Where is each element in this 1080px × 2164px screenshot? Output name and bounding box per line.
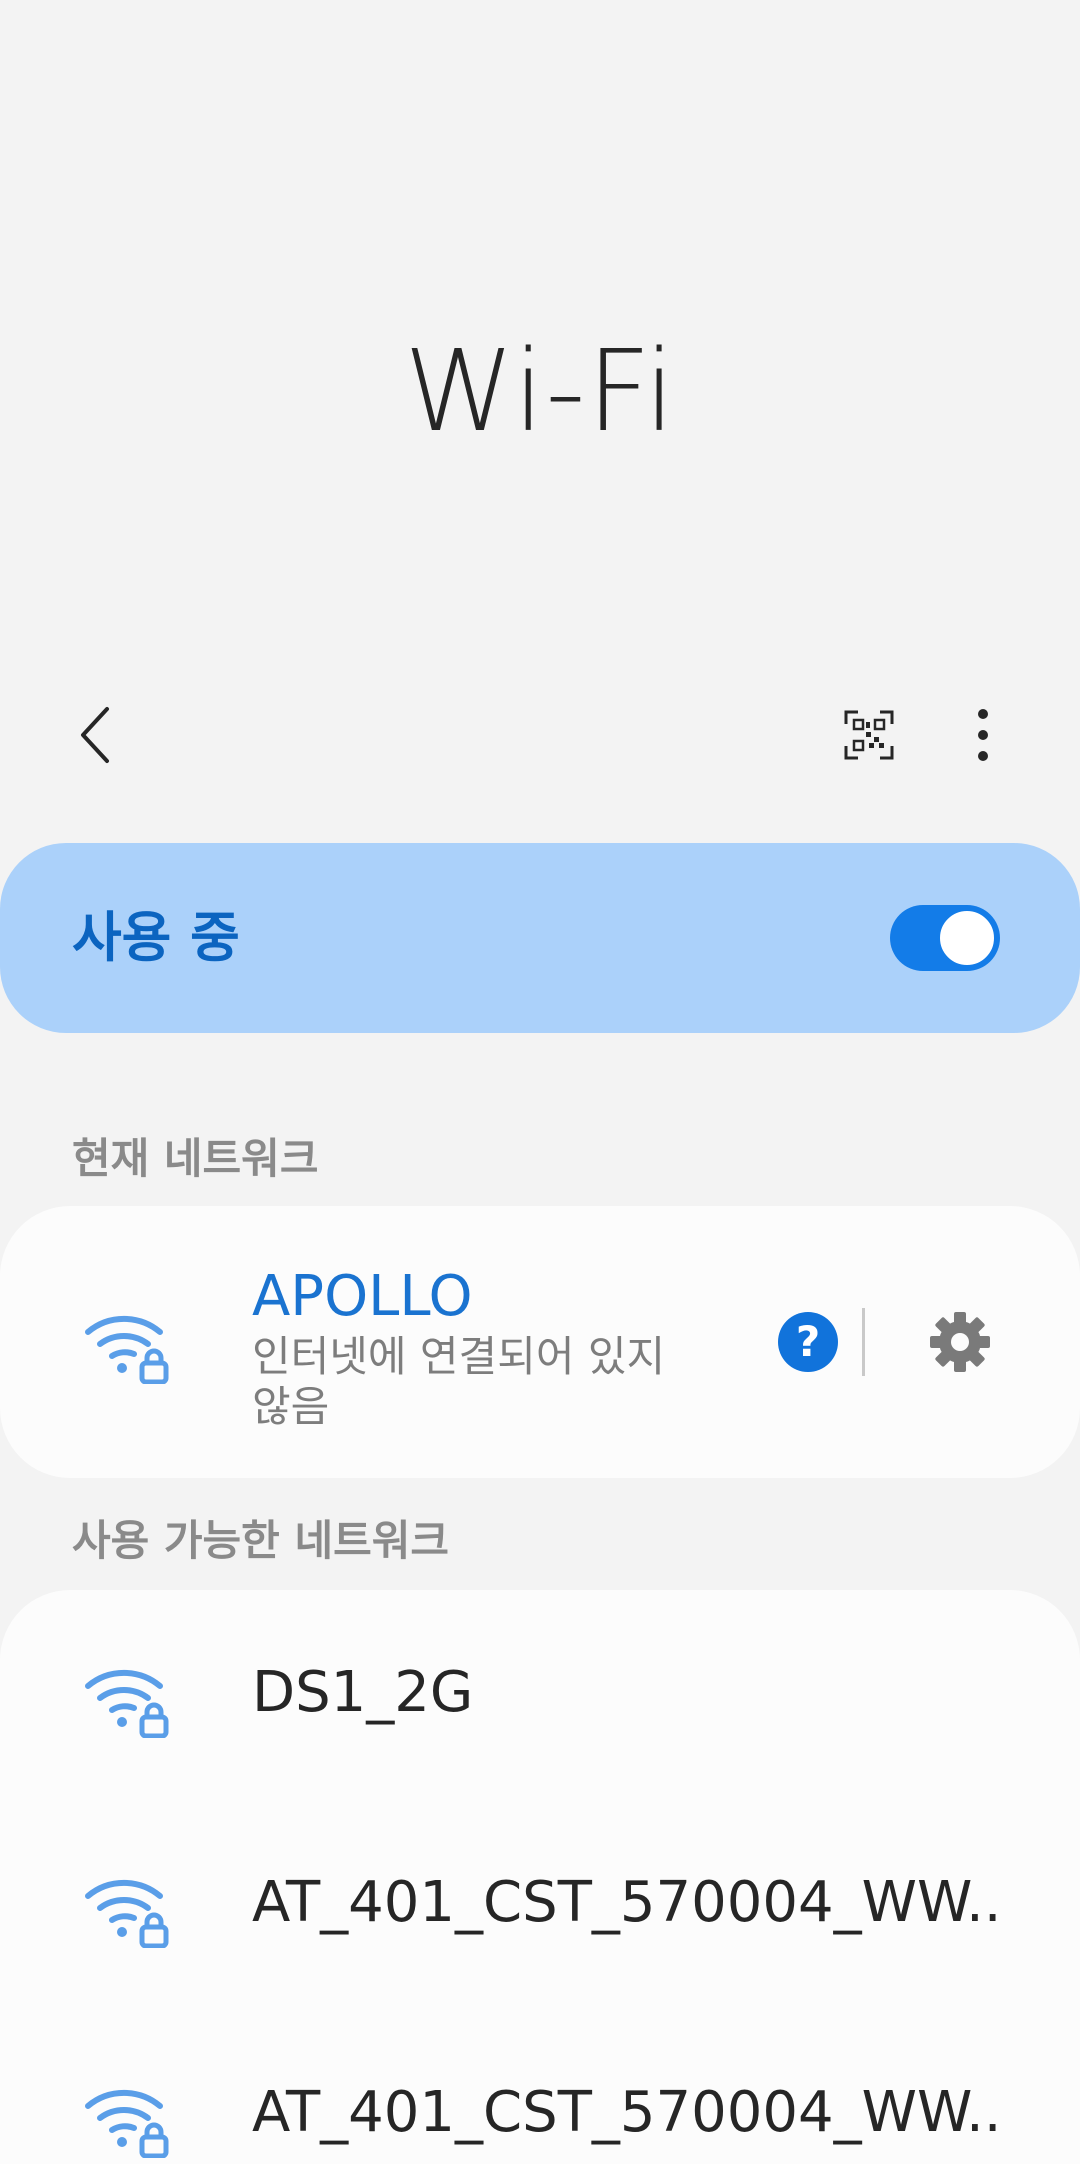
wifi-settings-page: Wi-Fi 사용 중 현재 네트워크 APOLLO 인터넷에 연결되어 있지 않… xyxy=(0,0,1080,2164)
wifi-locked-icon xyxy=(85,1879,169,1948)
wifi-locked-icon xyxy=(85,2089,169,2158)
toggle-knob xyxy=(937,908,997,968)
help-icon: ? xyxy=(795,1317,821,1366)
page-title: Wi-Fi xyxy=(403,327,677,457)
available-networks-card: DS1_2G AT_401_CST_570004_WW.. AT_401_CST… xyxy=(0,1590,1080,2164)
current-network-header: 현재 네트워크 xyxy=(72,1134,319,1183)
more-options-button[interactable] xyxy=(948,698,1018,772)
wifi-master-switch[interactable]: 사용 중 xyxy=(0,843,1080,1033)
divider xyxy=(862,1308,865,1376)
help-button[interactable]: ? xyxy=(778,1312,838,1372)
current-network-card[interactable]: APOLLO 인터넷에 연결되어 있지 않음 ? xyxy=(0,1206,1080,1478)
chevron-left-icon xyxy=(81,707,109,763)
back-button[interactable] xyxy=(62,700,132,770)
gear-icon[interactable] xyxy=(928,1310,992,1374)
network-name: DS1_2G xyxy=(252,1660,474,1725)
toolbar xyxy=(0,680,1080,790)
network-name: AT_401_CST_570004_WW.. xyxy=(252,2080,1002,2145)
qr-code-icon xyxy=(844,710,894,760)
qr-scan-button[interactable] xyxy=(832,698,906,772)
network-row[interactable]: DS1_2G xyxy=(0,1590,1080,1790)
network-row[interactable]: AT_401_CST_570004_WW.. xyxy=(0,1800,1080,2000)
more-vert-icon xyxy=(978,709,988,761)
network-name: AT_401_CST_570004_WW.. xyxy=(252,1870,1002,1935)
current-network-name: APOLLO xyxy=(252,1264,473,1329)
available-networks-header: 사용 가능한 네트워크 xyxy=(72,1516,450,1565)
current-network-status: 인터넷에 연결되어 있지 않음 xyxy=(252,1332,666,1431)
master-switch-label: 사용 중 xyxy=(72,906,240,969)
network-row[interactable]: AT_401_CST_570004_WW.. xyxy=(0,2010,1080,2164)
wifi-locked-icon xyxy=(85,1669,169,1738)
wifi-toggle[interactable] xyxy=(890,905,1000,971)
wifi-locked-icon xyxy=(85,1315,169,1384)
